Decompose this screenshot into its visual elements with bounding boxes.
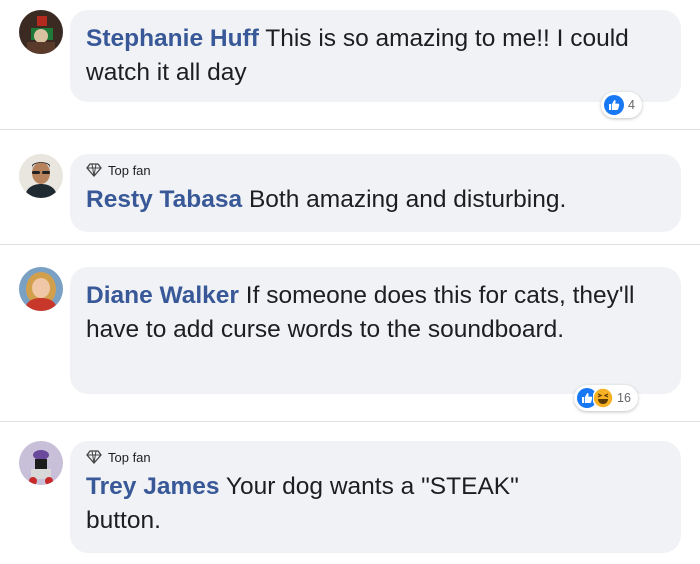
avatar[interactable]: [19, 441, 63, 485]
commenter-name[interactable]: Stephanie Huff: [86, 25, 259, 52]
comment-bubble: Top fan Resty Tabasa Both amazing and di…: [70, 154, 681, 232]
comment-text: Resty Tabasa Both amazing and disturbing…: [86, 183, 665, 217]
comment-bubble: Stephanie Huff This is so amazing to me!…: [70, 10, 681, 102]
reactions-summary[interactable]: 16: [574, 385, 638, 411]
haha-icon: [593, 388, 613, 408]
like-icon: [604, 95, 624, 115]
comment-body: Both amazing and disturbing.: [242, 186, 567, 213]
comment-bubble: Top fan Trey James Your dog wants a "STE…: [70, 441, 681, 553]
avatar[interactable]: [19, 267, 63, 311]
reaction-count: 16: [617, 391, 631, 405]
comment-text: Diane Walker If someone does this for ca…: [86, 279, 665, 347]
diamond-icon: [86, 450, 102, 464]
avatar[interactable]: [19, 10, 63, 54]
commenter-name[interactable]: Resty Tabasa: [86, 186, 242, 213]
comment-text: Stephanie Huff This is so amazing to me!…: [86, 22, 665, 90]
comment-text: Trey James Your dog wants a "STEAK" butt…: [86, 470, 665, 538]
commenter-name[interactable]: Diane Walker: [86, 282, 239, 309]
top-fan-badge: Top fan: [86, 161, 665, 179]
top-fan-label: Top fan: [108, 449, 151, 465]
top-fan-badge: Top fan: [86, 448, 665, 466]
comment-divider: [0, 244, 700, 245]
diamond-icon: [86, 163, 102, 177]
avatar[interactable]: [19, 154, 63, 198]
reactions-summary[interactable]: 4: [601, 92, 642, 118]
comment-divider: [0, 129, 700, 130]
comment-bubble: Diane Walker If someone does this for ca…: [70, 267, 681, 394]
commenter-name[interactable]: Trey James: [86, 473, 220, 500]
reaction-count: 4: [628, 98, 635, 112]
top-fan-label: Top fan: [108, 162, 151, 178]
comment-divider: [0, 421, 700, 422]
